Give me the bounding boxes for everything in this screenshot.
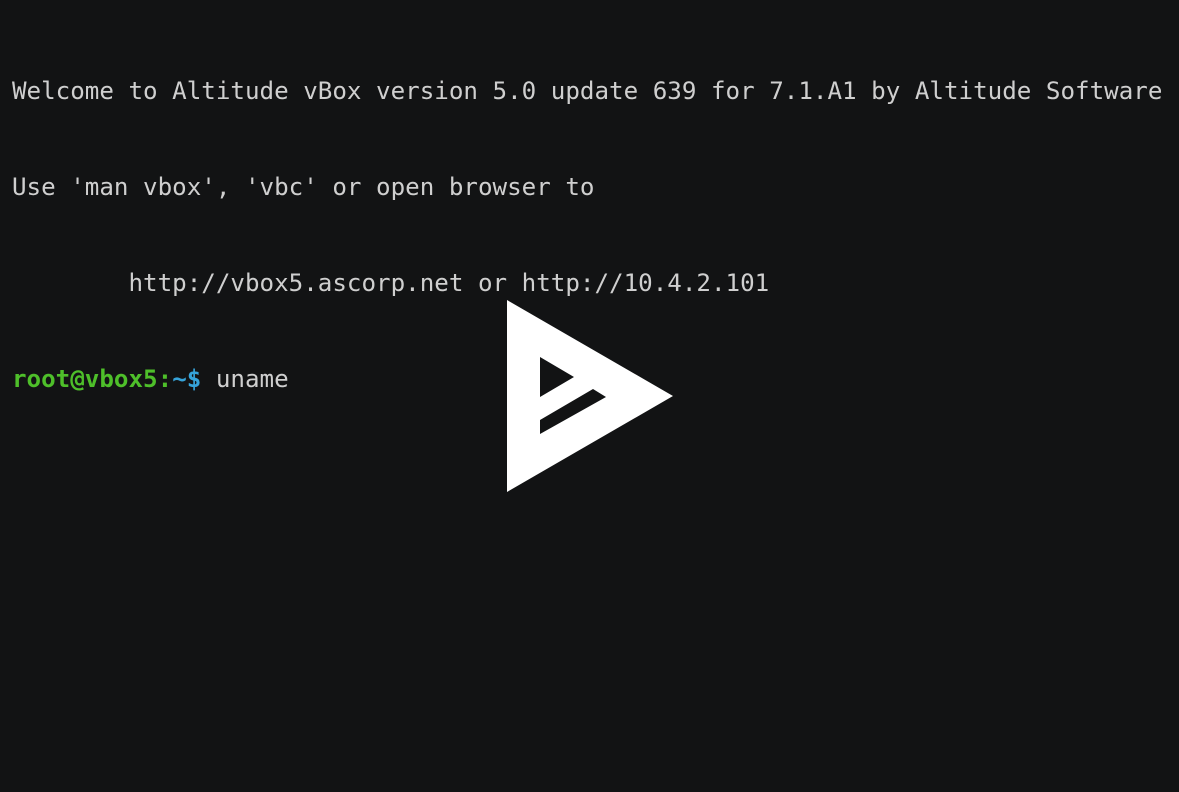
urls-line: http://vbox5.ascorp.net or http://10.4.2…: [12, 269, 770, 297]
play-icon[interactable]: [507, 300, 673, 492]
welcome-line: Welcome to Altitude vBox version 5.0 upd…: [12, 77, 1163, 105]
prompt-path: ~$: [172, 365, 202, 393]
help-line: Use 'man vbox', 'vbc' or open browser to: [12, 173, 595, 201]
typed-command: uname: [201, 365, 289, 393]
prompt-user-host: root@vbox5:: [12, 365, 173, 393]
terminal-screen[interactable]: Welcome to Altitude vBox version 5.0 upd…: [0, 0, 1179, 792]
